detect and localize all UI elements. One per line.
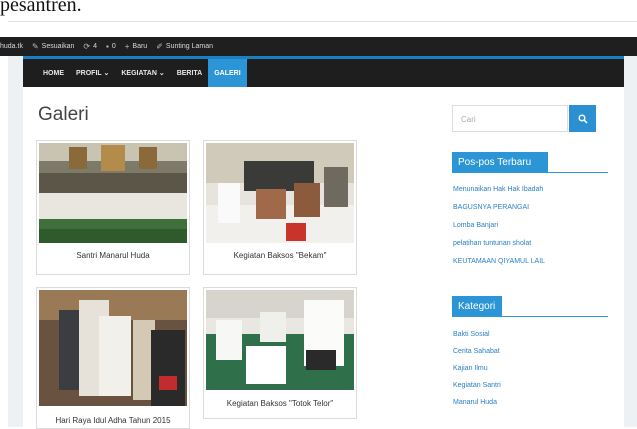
admin-edit-page-label: Sunting Laman <box>165 43 213 50</box>
admin-updates-link[interactable]: ⟳ 4 <box>83 42 97 51</box>
gallery-photo[interactable] <box>206 143 354 243</box>
widget-divider <box>452 316 608 317</box>
nav-item-kegiatan[interactable]: KEGIATAN ⌄ <box>115 59 170 87</box>
search-icon <box>577 113 588 124</box>
gallery-item[interactable]: Hari Raya Idul Adha Tahun 2015 <box>36 287 190 429</box>
gallery-item[interactable]: Kegiatan Baksos "Bekam" <box>203 140 357 275</box>
recent-posts-title: Pos-pos Terbaru <box>452 152 548 172</box>
gallery-item[interactable]: Santri Manarul Huda <box>36 140 190 275</box>
divider <box>8 21 637 22</box>
list-item[interactable]: pelatihan tuntunan sholat <box>453 240 545 247</box>
main-nav: HOME PROFIL ⌄ KEGIATAN ⌄ BERITA GALERI <box>23 59 624 87</box>
search-input[interactable]: Cari <box>452 105 568 132</box>
admin-comments-count: 0 <box>111 43 116 50</box>
list-item[interactable]: Lomba Banjari <box>453 222 545 229</box>
refresh-icon: ⟳ <box>83 42 91 51</box>
gallery-photo[interactable] <box>39 143 187 243</box>
admin-bar: huda.tk ✎ Sesuaikan ⟳ 4 ▪ 0 + Baru ✐ Sun… <box>0 37 637 56</box>
nav-item-galeri[interactable]: GALERI <box>208 59 247 87</box>
document-header: pesantren. <box>0 0 637 37</box>
admin-site-label: huda.tk <box>0 43 23 50</box>
list-item[interactable]: Bakti Sosial <box>453 331 501 338</box>
gallery-photo[interactable] <box>39 290 187 406</box>
comment-icon: ▪ <box>105 42 109 51</box>
plus-icon: + <box>124 42 130 51</box>
gallery-caption[interactable]: Hari Raya Idul Adha Tahun 2015 <box>37 416 189 425</box>
list-item[interactable]: Cerita Sahabat <box>453 348 501 355</box>
nav-item-home[interactable]: HOME <box>37 59 70 87</box>
admin-new-link[interactable]: + Baru <box>125 42 147 51</box>
categories-list: Bakti Sosial Cerita Sahabat Kajian Ilmu … <box>453 331 501 406</box>
admin-new-label: Baru <box>132 43 148 50</box>
nav-item-berita[interactable]: BERITA <box>171 59 209 87</box>
pencil-icon: ✐ <box>156 42 163 51</box>
search-button[interactable] <box>569 105 596 132</box>
recent-posts-list: Menunaikan Hak Hak Ibadah BAGUSNYA PERAN… <box>453 186 545 265</box>
gallery-caption[interactable]: Santri Manarul Huda <box>37 251 189 260</box>
document-text: pesantren. <box>0 0 82 16</box>
categories-title: Kategori <box>452 296 502 316</box>
admin-customize-link[interactable]: ✎ Sesuaikan <box>32 42 74 51</box>
admin-updates-count: 4 <box>93 43 97 50</box>
admin-site-link[interactable]: huda.tk <box>0 43 23 50</box>
list-item[interactable]: Kajian Ilmu <box>453 365 501 372</box>
admin-edit-page-link[interactable]: ✐ Sunting Laman <box>156 42 213 51</box>
admin-comments-link[interactable]: ▪ 0 <box>106 42 116 51</box>
gallery-photo[interactable] <box>206 290 354 390</box>
gallery-item[interactable]: Kegiatan Baksos "Totok Telor" <box>203 287 357 419</box>
list-item[interactable]: BAGUSNYA PERANGAI <box>453 204 545 211</box>
nav-item-profil[interactable]: PROFIL ⌄ <box>70 59 115 87</box>
list-item[interactable]: KEUTAMAAN QIYAMUL LAIL <box>453 258 545 265</box>
brush-icon: ✎ <box>31 42 39 51</box>
page-title: Galeri <box>38 104 89 125</box>
gallery-caption[interactable]: Kegiatan Baksos "Bekam" <box>204 251 356 260</box>
gallery-caption[interactable]: Kegiatan Baksos "Totok Telor" <box>204 399 356 408</box>
list-item[interactable]: Manarul Huda <box>453 399 501 406</box>
list-item[interactable]: Kegiatan Santri <box>453 382 501 389</box>
list-item[interactable]: Menunaikan Hak Hak Ibadah <box>453 186 545 193</box>
widget-divider <box>452 172 608 173</box>
admin-customize-label: Sesuaikan <box>41 43 75 50</box>
